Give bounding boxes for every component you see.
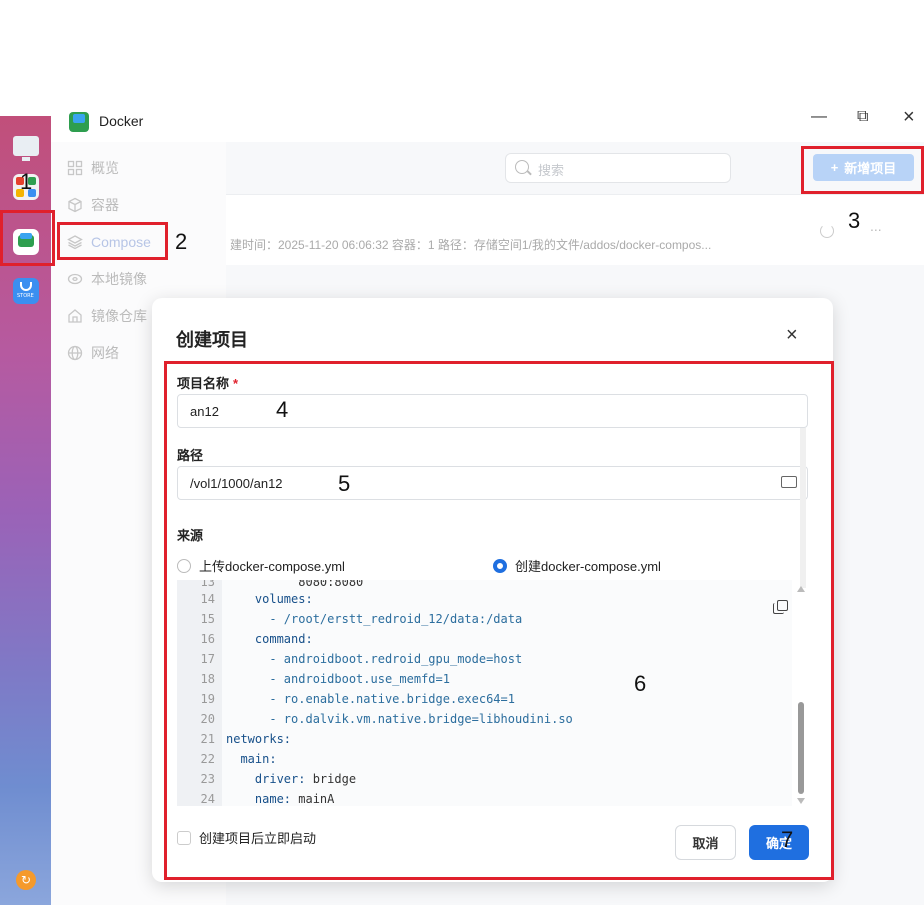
sidebar-item-label: 网络	[91, 345, 119, 361]
power-icon[interactable]	[820, 224, 834, 238]
house-icon	[67, 308, 83, 324]
search-placeholder: 搜索	[538, 163, 565, 178]
restore-button[interactable]: ⧉	[857, 108, 868, 126]
update-icon[interactable]: ↻	[16, 870, 36, 890]
sidebar-item-registry[interactable]: 镜像仓库	[67, 305, 147, 327]
monitor-icon[interactable]	[13, 136, 39, 161]
store-icon[interactable]: STORE	[13, 278, 39, 304]
title-bar: Docker — ⧉ ×	[51, 106, 924, 142]
annotation-number: 1	[20, 169, 33, 194]
annotation-box-2	[57, 222, 168, 260]
more-icon[interactable]: ...	[870, 218, 882, 234]
annotation-number: 4	[276, 397, 289, 422]
globe-icon	[67, 345, 83, 361]
project-row-info: 建时间：2025-11-20 06:06:32 容器：1 路径：存储空间1/我的…	[230, 238, 712, 252]
disk-icon	[67, 271, 83, 287]
sidebar-item-label: 容器	[91, 197, 119, 213]
annotation-box-3	[801, 146, 924, 194]
sidebar-item-local-images[interactable]: 本地镜像	[67, 268, 147, 290]
annotation-number: 3	[848, 208, 861, 233]
docker-logo-icon	[69, 112, 89, 132]
close-dialog-button[interactable]: ×	[786, 324, 798, 347]
cube-icon	[67, 197, 83, 213]
close-window-button[interactable]: ×	[903, 106, 915, 129]
annotation-number: 2	[175, 229, 188, 254]
sidebar-item-overview[interactable]: 概览	[67, 157, 119, 179]
annotation-box-1	[0, 210, 55, 266]
window-title: Docker	[99, 113, 144, 129]
search-box[interactable]: 搜索	[505, 153, 731, 183]
sidebar-item-containers[interactable]: 容器	[67, 194, 119, 216]
sidebar-item-label: 概览	[91, 160, 119, 176]
minimize-button[interactable]: —	[811, 108, 827, 126]
sidebar-item-label: 镜像仓库	[91, 308, 147, 324]
grid-icon	[67, 160, 83, 176]
sidebar-item-network[interactable]: 网络	[67, 342, 119, 364]
sidebar-item-label: 本地镜像	[91, 271, 147, 287]
dialog-title: 创建项目	[176, 330, 248, 350]
annotation-number: 7	[781, 827, 794, 852]
store-label: STORE	[17, 293, 34, 299]
annotation-box-main	[164, 361, 834, 880]
annotation-number: 6	[634, 671, 647, 696]
search-icon	[515, 160, 529, 174]
annotation-number: 5	[338, 471, 351, 496]
